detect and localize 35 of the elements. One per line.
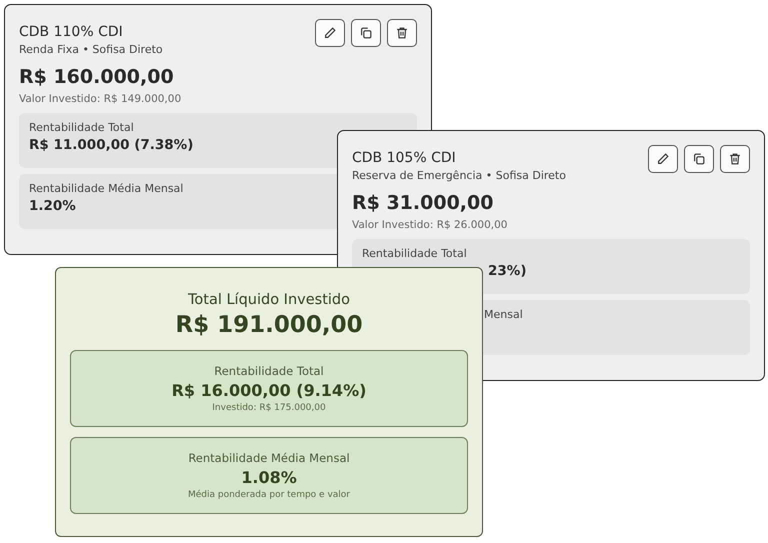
duplicate-button[interactable] — [351, 19, 381, 47]
stat-label: Rentabilidade Média Mensal — [188, 451, 350, 465]
stat-value: 1.08% — [241, 468, 297, 487]
investment-subtitle: Renda Fixa • Sofisa Direto — [19, 43, 163, 56]
delete-button[interactable] — [387, 19, 417, 47]
pencil-icon — [656, 152, 670, 166]
stat-label: Mensal — [484, 308, 523, 321]
investment-subtitle: Reserva de Emergência • Sofisa Direto — [352, 169, 566, 182]
stat-value: R$ 11.000,00 (7.38%) — [29, 137, 194, 153]
investment-title: CDB 105% CDI — [352, 150, 457, 166]
trash-icon — [728, 152, 742, 166]
trash-icon — [395, 26, 409, 40]
edit-button[interactable] — [648, 145, 678, 173]
stat-value: 1.20% — [29, 198, 76, 214]
stat-label: Rentabilidade Total — [214, 364, 324, 378]
investment-value: R$ 31.000,00 — [352, 192, 494, 214]
duplicate-button[interactable] — [684, 145, 714, 173]
stat-value: R$ 16.000,00 (9.14%) — [172, 381, 366, 400]
stat-label: Rentabilidade Total — [362, 247, 467, 260]
edit-button[interactable] — [315, 19, 345, 47]
copy-icon — [692, 152, 706, 166]
stat-label: Rentabilidade Total — [29, 121, 134, 134]
delete-button[interactable] — [720, 145, 750, 173]
investment-value: R$ 160.000,00 — [19, 66, 175, 88]
investment-title: CDB 110% CDI — [19, 24, 124, 40]
summary-title: Total Líquido Investido — [188, 292, 350, 308]
pencil-icon — [323, 26, 337, 40]
invested-amount: Valor Investido: R$ 26.000,00 — [352, 219, 508, 231]
stat-note: Média ponderada por tempo e valor — [188, 490, 350, 500]
stat-value: 23%) — [488, 263, 526, 279]
summary-total: R$ 191.000,00 — [175, 312, 363, 338]
stat-label: Rentabilidade Média Mensal — [29, 182, 184, 195]
stat-note: Investido: R$ 175.000,00 — [212, 403, 326, 413]
copy-icon — [359, 26, 373, 40]
invested-amount: Valor Investido: R$ 149.000,00 — [19, 93, 182, 105]
